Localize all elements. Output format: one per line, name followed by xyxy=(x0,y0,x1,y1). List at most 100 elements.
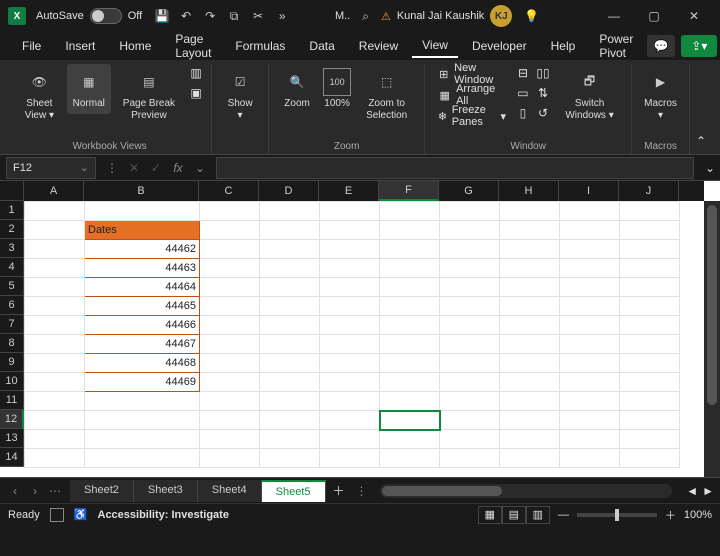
tab-help[interactable]: Help xyxy=(541,35,586,57)
cell-G1[interactable] xyxy=(440,202,500,221)
cell-A11[interactable] xyxy=(25,392,85,411)
column-header-A[interactable]: A xyxy=(24,181,84,201)
cell-G6[interactable] xyxy=(440,297,500,316)
cell-E1[interactable] xyxy=(320,202,380,221)
cell-D8[interactable] xyxy=(260,335,320,354)
cell-E2[interactable] xyxy=(320,221,380,240)
cell-J9[interactable] xyxy=(620,354,680,373)
switch-windows-button[interactable]: 🗗 Switch Windows ▾ xyxy=(554,64,625,126)
row-header-4[interactable]: 4 xyxy=(0,258,24,277)
column-header-D[interactable]: D xyxy=(259,181,319,201)
show-button[interactable]: ☑ Show▾ xyxy=(218,64,262,126)
sheet-tab-sheet5[interactable]: Sheet5 xyxy=(262,480,326,502)
view-side-icon[interactable]: ▯▯ xyxy=(534,64,552,82)
cell-A6[interactable] xyxy=(25,297,85,316)
cell-F13[interactable] xyxy=(380,430,440,449)
cell-B2[interactable]: Dates xyxy=(85,221,200,240)
cell-E12[interactable] xyxy=(320,411,380,430)
cell-I6[interactable] xyxy=(560,297,620,316)
row-header-1[interactable]: 1 xyxy=(0,201,24,220)
row-header-9[interactable]: 9 xyxy=(0,353,24,372)
cell-B8[interactable]: 44467 xyxy=(85,335,200,354)
sheet-tab-sheet4[interactable]: Sheet4 xyxy=(198,480,262,502)
toggle-track[interactable] xyxy=(90,8,122,24)
custom-views-icon[interactable]: ▣ xyxy=(187,84,205,102)
sheet-divider-icon[interactable]: ⋮ xyxy=(352,484,372,498)
cell-H12[interactable] xyxy=(500,411,560,430)
cell-I2[interactable] xyxy=(560,221,620,240)
row-header-6[interactable]: 6 xyxy=(0,296,24,315)
save-icon[interactable]: 💾 xyxy=(154,8,170,24)
cell-J5[interactable] xyxy=(620,278,680,297)
sync-scroll-icon[interactable]: ⇅ xyxy=(534,84,552,102)
zoom-out-button[interactable]: ― xyxy=(558,509,569,521)
cell-A13[interactable] xyxy=(25,430,85,449)
cell-I12[interactable] xyxy=(560,411,620,430)
cell-F6[interactable] xyxy=(380,297,440,316)
unhide-icon[interactable]: ▯ xyxy=(514,104,532,122)
cell-H8[interactable] xyxy=(500,335,560,354)
normal-view-button[interactable]: ▦ Normal xyxy=(67,64,111,114)
page-break-button[interactable]: ▤ Page Break Preview xyxy=(113,64,185,126)
autosave-toggle[interactable]: AutoSave Off xyxy=(36,8,142,24)
expand-formula-bar-icon[interactable]: ⌄ xyxy=(700,161,720,175)
cell-I5[interactable] xyxy=(560,278,620,297)
cell-F11[interactable] xyxy=(380,392,440,411)
cell-A2[interactable] xyxy=(25,221,85,240)
cell-B10[interactable]: 44469 xyxy=(85,373,200,392)
cell-J6[interactable] xyxy=(620,297,680,316)
row-header-12[interactable]: 12 xyxy=(0,410,24,429)
maximize-button[interactable]: ▢ xyxy=(636,2,672,30)
avatar[interactable]: KJ xyxy=(490,5,512,27)
row-header-10[interactable]: 10 xyxy=(0,372,24,391)
page-layout-icon[interactable]: ▥ xyxy=(187,64,205,82)
cell-C2[interactable] xyxy=(200,221,260,240)
cell-C6[interactable] xyxy=(200,297,260,316)
cell-B1[interactable] xyxy=(85,202,200,221)
cell-D1[interactable] xyxy=(260,202,320,221)
cell-I8[interactable] xyxy=(560,335,620,354)
tab-power-pivot[interactable]: Power Pivot xyxy=(589,28,643,64)
cell-B7[interactable]: 44466 xyxy=(85,316,200,335)
sheet-prev-icon[interactable]: ‹ xyxy=(6,482,24,500)
cell-I1[interactable] xyxy=(560,202,620,221)
cell-D9[interactable] xyxy=(260,354,320,373)
tab-view[interactable]: View xyxy=(412,34,458,58)
cell-I13[interactable] xyxy=(560,430,620,449)
cell-C7[interactable] xyxy=(200,316,260,335)
cell-G2[interactable] xyxy=(440,221,500,240)
row-header-5[interactable]: 5 xyxy=(0,277,24,296)
tab-insert[interactable]: Insert xyxy=(55,35,105,57)
name-box[interactable]: F12 ⌄ xyxy=(6,157,96,179)
tab-page-layout[interactable]: Page Layout xyxy=(165,28,221,64)
cell-I11[interactable] xyxy=(560,392,620,411)
cell-C12[interactable] xyxy=(200,411,260,430)
cell-B4[interactable]: 44463 xyxy=(85,259,200,278)
redo-icon[interactable]: ↷ xyxy=(202,8,218,24)
sheet-tab-sheet2[interactable]: Sheet2 xyxy=(70,480,134,502)
cell-J10[interactable] xyxy=(620,373,680,392)
document-name[interactable]: M.. xyxy=(335,10,350,22)
zoom-button[interactable]: 🔍 Zoom xyxy=(275,64,319,114)
cell-E3[interactable] xyxy=(320,240,380,259)
cell-H7[interactable] xyxy=(500,316,560,335)
cell-A10[interactable] xyxy=(25,373,85,392)
cell-F3[interactable] xyxy=(380,240,440,259)
normal-view-icon[interactable]: ▦ xyxy=(478,506,502,524)
cell-G4[interactable] xyxy=(440,259,500,278)
cell-C10[interactable] xyxy=(200,373,260,392)
cell-D3[interactable] xyxy=(260,240,320,259)
search-icon[interactable]: ⌕ xyxy=(362,9,369,24)
accessibility-icon[interactable]: ♿ xyxy=(74,508,88,521)
cell-I10[interactable] xyxy=(560,373,620,392)
cell-A4[interactable] xyxy=(25,259,85,278)
cell-F10[interactable] xyxy=(380,373,440,392)
cell-A12[interactable] xyxy=(25,411,85,430)
formula-dropdown-icon[interactable]: ⌄ xyxy=(190,158,210,178)
record-macro-icon[interactable] xyxy=(50,508,64,522)
cell-H10[interactable] xyxy=(500,373,560,392)
cell-D5[interactable] xyxy=(260,278,320,297)
cell-J7[interactable] xyxy=(620,316,680,335)
cell-A3[interactable] xyxy=(25,240,85,259)
tab-file[interactable]: File xyxy=(12,35,51,57)
